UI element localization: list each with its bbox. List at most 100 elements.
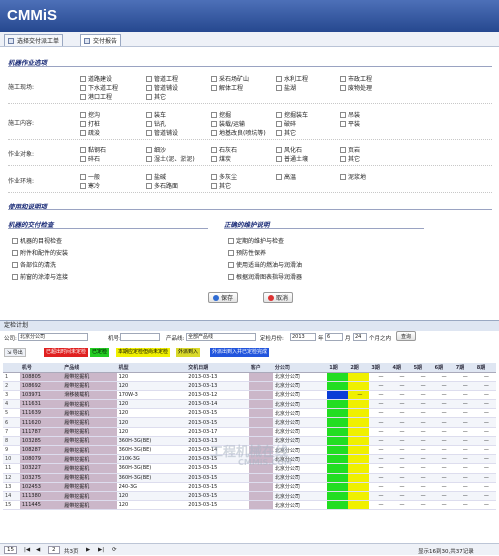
option-checkbox[interactable]: 其它: [211, 181, 231, 190]
option-checkbox[interactable]: 管道工程: [146, 74, 178, 83]
option-checkbox[interactable]: 其它: [146, 92, 166, 101]
option-checkbox[interactable]: 黏钢石: [80, 145, 106, 154]
checklist-item[interactable]: 定期的维护与检查: [228, 236, 284, 245]
table-row[interactable]: 4 111631 履带挖掘机 120 2013-03-14 北京分公司 — — — — — —: [3, 399, 496, 410]
table-row[interactable]: 14 111380 履带挖掘机 120 2013-03-15 北京分公司 — — — — — —: [3, 491, 496, 502]
option-checkbox[interactable]: 其它: [340, 154, 360, 163]
option-checkbox[interactable]: 挖掘: [211, 110, 231, 119]
option-checkbox[interactable]: 寒冷: [80, 181, 100, 190]
cell-date: 2013-03-13: [186, 381, 249, 391]
option-checkbox[interactable]: 盐碱: [146, 172, 166, 181]
option-checkbox[interactable]: 盐湖: [276, 83, 296, 92]
table-row[interactable]: 12 103275 履带挖掘机 360H-3G(BE) 2013-03-15 北京分公司 —…: [3, 473, 496, 483]
table-row[interactable]: 6 111620 履带挖掘机 120 2013-03-15 北京分公司 — — — — — —: [3, 417, 496, 428]
option-checkbox[interactable]: 装载/运输: [211, 119, 245, 128]
tab-select-work-order[interactable]: 选择交付派工单: [4, 34, 64, 46]
column-header[interactable]: 7期: [453, 363, 475, 373]
model-input[interactable]: [120, 333, 160, 341]
column-header[interactable]: 4期: [390, 363, 412, 373]
option-checkbox[interactable]: 废物处理: [340, 83, 372, 92]
column-header[interactable]: 6期: [432, 363, 454, 373]
option-checkbox[interactable]: 平装: [340, 119, 360, 128]
option-checkbox[interactable]: 普通土壤: [276, 154, 308, 163]
product-select[interactable]: 全部产品线: [186, 333, 256, 341]
table-row[interactable]: 3 103971 滑移装载机 170W-3 2013-03-12 北京分公司 — — — — — — —: [3, 390, 496, 401]
cancel-button[interactable]: 取消: [263, 292, 294, 303]
checklist-item[interactable]: 根据润滑图表指导润滑器: [228, 272, 302, 281]
page-input[interactable]: 2: [48, 546, 60, 554]
query-button[interactable]: 查询: [396, 331, 417, 341]
option-checkbox[interactable]: 泥浆地: [340, 172, 366, 181]
option-checkbox[interactable]: 管道铺设: [146, 83, 178, 92]
option-checkbox[interactable]: 港口工程: [80, 92, 112, 101]
option-checkbox[interactable]: 一般: [80, 172, 100, 181]
table-row[interactable]: 1 108805 履带挖掘机 120 2013-03-13 北京分公司 — — — — — —: [3, 372, 496, 382]
option-checkbox[interactable]: 挖沟: [80, 110, 100, 119]
column-header[interactable]: 交机日期: [186, 363, 249, 373]
first-page-icon[interactable]: |◀: [24, 547, 30, 553]
checklist-item[interactable]: 各部位的清洗: [12, 260, 56, 269]
company-select[interactable]: 北京分公司: [18, 333, 88, 341]
option-checkbox[interactable]: 解体工程: [211, 83, 243, 92]
column-header[interactable]: 产品线: [62, 363, 117, 373]
last-page-icon[interactable]: ▶|: [98, 547, 104, 553]
checklist-item[interactable]: 附件和配件的安装: [12, 248, 68, 257]
column-header[interactable]: 3期: [369, 363, 391, 373]
checkbox-icon: [80, 146, 86, 153]
option-checkbox[interactable]: 碎石: [80, 154, 100, 163]
option-checkbox[interactable]: 打桩: [80, 119, 100, 128]
days-input[interactable]: 24: [353, 333, 367, 341]
checklist-item[interactable]: 机器的目视检查: [12, 236, 62, 245]
option-checkbox[interactable]: 地基改良(喷坑等): [211, 128, 266, 137]
option-checkbox[interactable]: 采石场矿山: [211, 74, 249, 83]
option-checkbox[interactable]: 道路建设: [80, 74, 112, 83]
option-label: 盐湖: [284, 85, 297, 92]
month-select[interactable]: 6: [325, 333, 343, 341]
option-checkbox[interactable]: 市政工程: [340, 74, 372, 83]
checklist-item[interactable]: 前窗的涂漆与连接: [12, 272, 68, 281]
column-header[interactable]: 机型: [116, 363, 187, 373]
table-row[interactable]: 15 111445 履带挖掘机 120 2013-03-15 北京分公司 — — — — — —: [3, 500, 496, 511]
option-checkbox[interactable]: 水利工程: [276, 74, 308, 83]
table-row[interactable]: 5 111639 履带挖掘机 120 2013-03-15 北京分公司 — — — — — —: [3, 408, 496, 419]
option-checkbox[interactable]: 破碎: [276, 119, 296, 128]
refresh-icon[interactable]: ⟳: [112, 547, 117, 553]
column-header[interactable]: 8期: [474, 363, 496, 373]
table-row[interactable]: 13 102453 履带挖掘机 240-3G 2013-03-15 北京分公司 — — — — — —: [3, 482, 496, 492]
option-checkbox[interactable]: 风化石: [276, 145, 302, 154]
year-select[interactable]: 2013: [290, 333, 316, 341]
tab-delivery-report[interactable]: 交付报告: [80, 34, 122, 46]
column-header[interactable]: 5期: [411, 363, 433, 373]
option-checkbox[interactable]: 页岩: [340, 145, 360, 154]
column-header[interactable]: 2期: [348, 363, 370, 373]
column-header[interactable]: 客户: [248, 363, 273, 373]
column-header[interactable]: [3, 363, 20, 373]
column-header[interactable]: 分公司: [272, 363, 328, 373]
option-checkbox[interactable]: 其它: [276, 128, 296, 137]
option-checkbox[interactable]: 装车: [146, 110, 166, 119]
option-checkbox[interactable]: 吊装: [340, 110, 360, 119]
column-header[interactable]: 1期: [327, 363, 349, 373]
table-row[interactable]: 7 111787 履带挖掘机 120 2013-03-17 北京分公司 — — — — — —: [3, 427, 496, 437]
checklist-item[interactable]: 使用适当的燃油与润滑油: [228, 260, 302, 269]
option-checkbox[interactable]: 高温: [276, 172, 296, 181]
option-checkbox[interactable]: 下水道工程: [80, 83, 118, 92]
option-checkbox[interactable]: 湿土(泥、淤泥): [146, 154, 195, 163]
export-button[interactable]: ⇲ 导出: [4, 348, 26, 357]
option-checkbox[interactable]: 煤炭: [211, 154, 231, 163]
option-checkbox[interactable]: 钻孔: [146, 119, 166, 128]
page-size-select[interactable]: 15: [4, 546, 17, 554]
option-checkbox[interactable]: 多灰尘: [211, 172, 237, 181]
option-checkbox[interactable]: 管道铺设: [146, 128, 178, 137]
prev-page-icon[interactable]: ◀: [36, 547, 40, 553]
option-checkbox[interactable]: 石灰石: [211, 145, 237, 154]
option-checkbox[interactable]: 多石路面: [146, 181, 178, 190]
table-row[interactable]: 2 108692 履带挖掘机 120 2013-03-13 北京分公司 — — — — — —: [3, 381, 496, 391]
save-button[interactable]: 保存: [208, 292, 239, 303]
option-checkbox[interactable]: 挖掘装车: [276, 110, 308, 119]
next-page-icon[interactable]: ▶: [86, 547, 90, 553]
column-header[interactable]: 机号: [19, 363, 63, 373]
checklist-item[interactable]: 预防性保养: [228, 248, 266, 257]
option-checkbox[interactable]: 疏浚: [80, 128, 100, 137]
option-checkbox[interactable]: 细沙: [146, 145, 166, 154]
